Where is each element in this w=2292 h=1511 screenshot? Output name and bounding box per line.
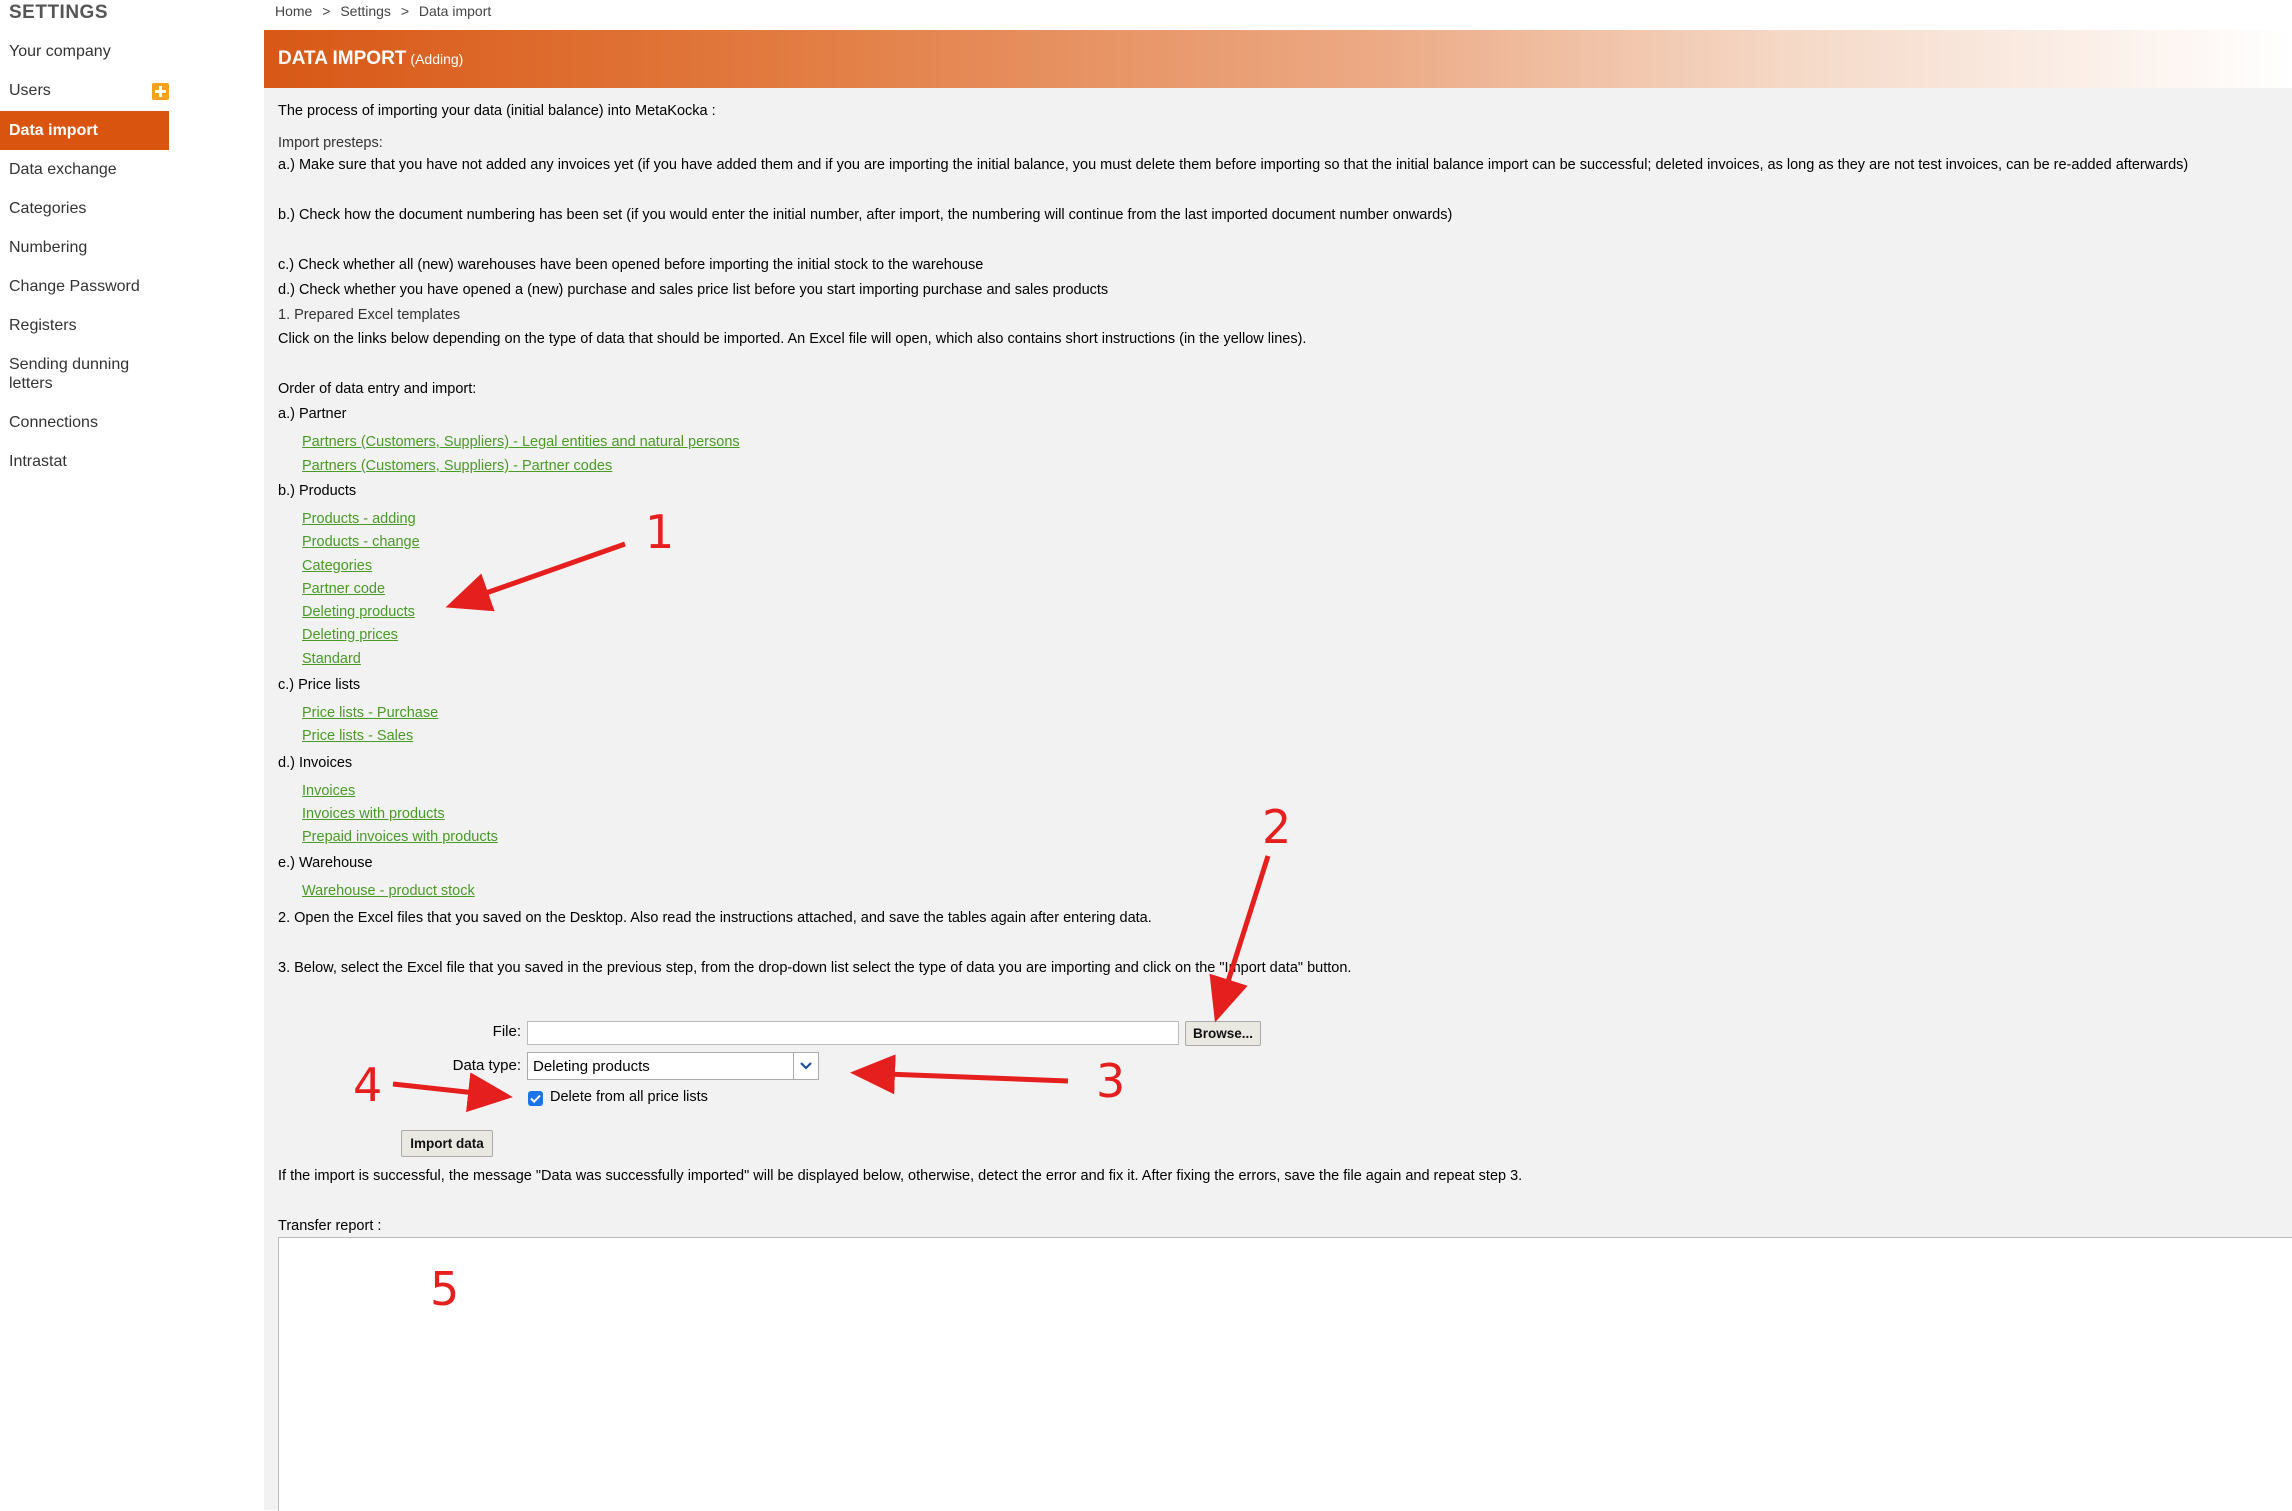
arrow-2 <box>1209 855 1271 1023</box>
annotation-2: 2 <box>1262 800 1292 854</box>
annotation-1: 1 <box>645 505 675 559</box>
annotation-4: 4 <box>353 1058 383 1112</box>
arrow-1 <box>445 541 626 612</box>
arrow-4 <box>392 1072 513 1113</box>
arrow-3 <box>850 1054 1069 1095</box>
annotation-3: 3 <box>1096 1054 1126 1108</box>
annotation-arrows <box>392 541 1271 1113</box>
annotation-5: 5 <box>430 1262 460 1316</box>
